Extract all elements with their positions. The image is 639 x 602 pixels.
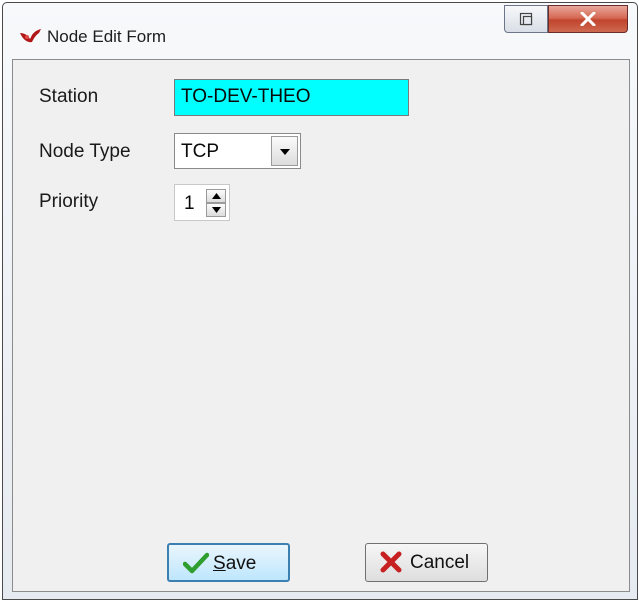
node-edit-window: Node Edit Form Station TO-DEV-THEO Node … <box>2 2 638 600</box>
node-type-label: Node Type <box>39 141 131 162</box>
form-body: Station TO-DEV-THEO Node Type TCP Priori… <box>12 59 630 592</box>
cancel-label: Cancel <box>410 552 470 573</box>
priority-label: Priority <box>39 191 99 212</box>
restore-button[interactable] <box>504 5 548 33</box>
priority-increment-button[interactable] <box>206 189 226 203</box>
priority-value: 1 <box>184 193 195 214</box>
save-mnemonic: S <box>213 553 226 574</box>
window-title: Node Edit Form <box>47 27 167 46</box>
save-button[interactable]: Save <box>167 543 290 582</box>
save-label-rest: ave <box>225 553 257 574</box>
priority-decrement-button[interactable] <box>206 203 226 217</box>
save-label: Save <box>213 553 256 575</box>
node-type-value: TCP <box>181 141 219 162</box>
station-field[interactable]: TO-DEV-THEO <box>174 79 409 116</box>
station-label: Station <box>39 86 99 107</box>
dropdown-button[interactable] <box>271 136 298 166</box>
app-logo-icon <box>18 27 42 47</box>
check-icon <box>182 552 210 580</box>
cancel-button[interactable]: Cancel <box>365 543 488 582</box>
x-icon <box>380 551 402 579</box>
close-button[interactable] <box>548 5 628 33</box>
title-bar[interactable]: Node Edit Form <box>3 3 637 57</box>
priority-stepper[interactable]: 1 <box>174 184 230 221</box>
node-type-select[interactable]: TCP <box>174 133 301 169</box>
